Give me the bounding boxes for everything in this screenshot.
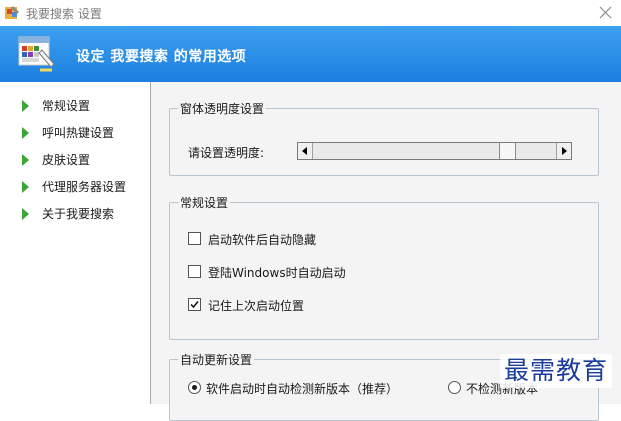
transparency-label: 请设置透明度: <box>188 146 265 160</box>
slider-left-button[interactable] <box>298 143 313 159</box>
arrow-right-icon <box>22 127 29 139</box>
sidebar-item-label: 常规设置 <box>42 99 91 113</box>
slider-thumb[interactable] <box>499 143 516 159</box>
sidebar-item-label: 代理服务器设置 <box>42 180 127 194</box>
transparency-slider[interactable] <box>297 142 572 160</box>
arrow-right-icon <box>22 208 29 220</box>
radio-circle <box>188 381 201 394</box>
sidebar-item-label: 呼叫热键设置 <box>42 126 115 140</box>
app-icon <box>4 5 20 21</box>
transparency-group: 窗体透明度设置 请设置透明度: <box>169 100 599 176</box>
radio-circle <box>448 381 461 394</box>
banner-title: 设定 我要搜索 的常用选项 <box>76 49 247 65</box>
checkbox-box <box>188 265 201 278</box>
general-group: 常规设置 启动软件后自动隐藏 登陆Windows时自动启动 记住上次启动位置 <box>169 194 599 340</box>
checkbox-box <box>188 298 201 311</box>
group-legend: 自动更新设置 <box>178 351 255 368</box>
arrow-right-icon <box>22 181 29 193</box>
sidebar-item-label: 关于我要搜索 <box>42 207 115 221</box>
slider-right-button[interactable] <box>556 143 571 159</box>
radio-label: 软件启动时自动检测新版本（推荐） <box>206 382 399 396</box>
settings-palette-icon <box>18 34 56 74</box>
close-button[interactable] <box>591 0 621 26</box>
checkbox-label: 启动软件后自动隐藏 <box>208 233 317 247</box>
sidebar: 常规设置 呼叫热键设置 皮肤设置 代理服务器设置 关于我要搜索 <box>0 82 151 404</box>
arrow-left-icon <box>302 147 307 155</box>
checkbox-box <box>188 232 201 245</box>
checkbox-label: 记住上次启动位置 <box>208 299 305 313</box>
watermark: 最需教育 <box>500 354 613 388</box>
title-bar: 我要搜索 设置 <box>0 0 621 26</box>
group-legend: 窗体透明度设置 <box>178 100 267 117</box>
window-title: 我要搜索 设置 <box>26 7 102 21</box>
arrow-right-icon <box>22 100 29 112</box>
sidebar-item-label: 皮肤设置 <box>42 153 91 167</box>
arrow-right-icon <box>562 147 567 155</box>
group-legend: 常规设置 <box>178 194 231 211</box>
header-banner: 设定 我要搜索 的常用选项 <box>0 26 621 82</box>
radio-dot <box>192 385 197 390</box>
checkmark-icon <box>190 301 199 309</box>
arrow-right-icon <box>22 154 29 166</box>
close-icon <box>599 6 612 19</box>
checkbox-label: 登陆Windows时自动启动 <box>208 266 346 280</box>
